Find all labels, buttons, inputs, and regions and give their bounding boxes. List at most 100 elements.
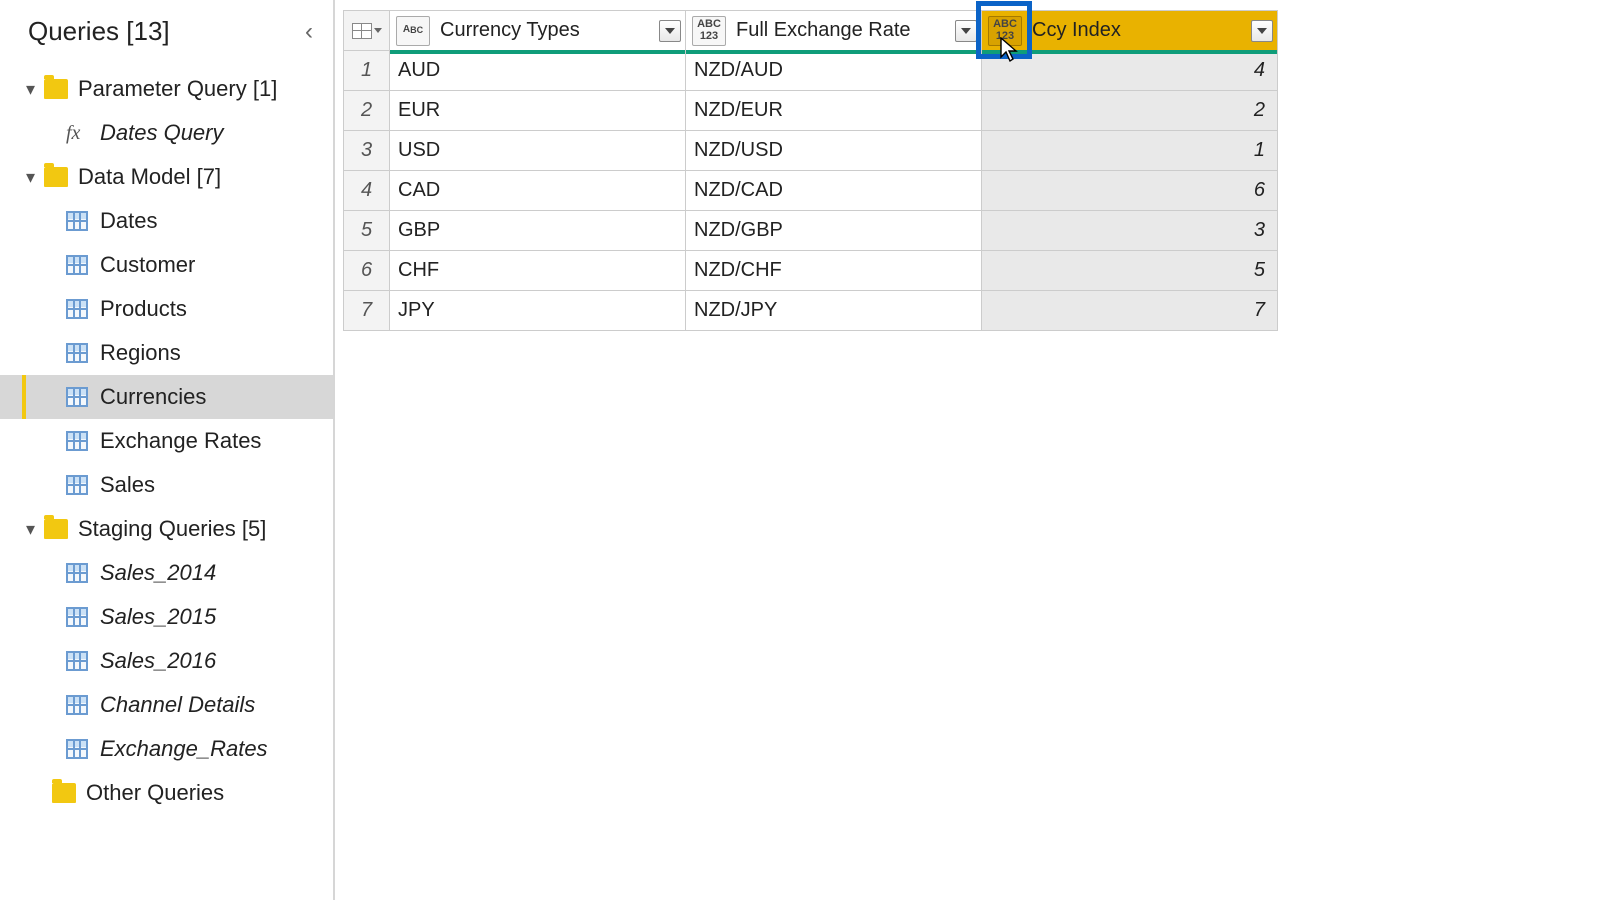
column-header-full-exchange-rate[interactable]: ABC123 Full Exchange Rate [686, 11, 982, 51]
cell-ccy-index[interactable]: 6 [982, 171, 1278, 211]
query-label: Channel Details [100, 692, 255, 718]
cell-full-exchange-rate[interactable]: NZD/EUR [686, 91, 982, 131]
column-filter-dropdown[interactable] [955, 20, 977, 42]
cell-full-exchange-rate[interactable]: NZD/CAD [686, 171, 982, 211]
query-label: Sales_2014 [100, 560, 216, 586]
row-number[interactable]: 7 [344, 291, 390, 331]
group-label: Staging Queries [5] [78, 516, 266, 542]
group-parameter-query[interactable]: ▾ Parameter Query [1] [0, 67, 333, 111]
group-label: Parameter Query [1] [78, 76, 277, 102]
query-channel-details[interactable]: Channel Details [0, 683, 333, 727]
cell-ccy-index[interactable]: 7 [982, 291, 1278, 331]
dropdown-icon [374, 28, 382, 33]
cell-currency-types[interactable]: CHF [390, 251, 686, 291]
cell-full-exchange-rate[interactable]: NZD/GBP [686, 211, 982, 251]
datatype-any-icon[interactable]: ABC123 [988, 16, 1022, 46]
column-label: Currency Types [436, 19, 655, 42]
cell-currency-types[interactable]: AUD [390, 51, 686, 91]
query-label: Regions [100, 340, 181, 366]
cell-ccy-index[interactable]: 3 [982, 211, 1278, 251]
column-header-ccy-index[interactable]: ABC123 Ccy Index [982, 11, 1278, 51]
query-dates-query[interactable]: fx Dates Query [0, 111, 333, 155]
cell-full-exchange-rate[interactable]: NZD/AUD [686, 51, 982, 91]
folder-icon [44, 519, 68, 539]
group-label: Data Model [7] [78, 164, 221, 190]
query-label: Dates [100, 208, 157, 234]
table-icon [66, 299, 88, 319]
group-other-queries[interactable]: Other Queries [0, 771, 333, 815]
cell-currency-types[interactable]: JPY [390, 291, 686, 331]
group-label: Other Queries [86, 780, 224, 806]
table-icon [66, 475, 88, 495]
data-grid: ABC Currency Types ABC123 Full Exchange … [343, 10, 1278, 331]
cell-ccy-index[interactable]: 4 [982, 51, 1278, 91]
cell-full-exchange-rate[interactable]: NZD/JPY [686, 291, 982, 331]
query-label: Currencies [100, 384, 206, 410]
query-dates[interactable]: Dates [0, 199, 333, 243]
query-label: Products [100, 296, 187, 322]
column-quality-bar [686, 50, 981, 54]
folder-icon [44, 167, 68, 187]
data-preview-pane: ABC Currency Types ABC123 Full Exchange … [335, 0, 1600, 900]
query-regions[interactable]: Regions [0, 331, 333, 375]
table-icon [66, 255, 88, 275]
query-label: Customer [100, 252, 195, 278]
queries-panel-title: Queries [13] [28, 16, 170, 47]
query-sales-2014[interactable]: Sales_2014 [0, 551, 333, 595]
query-label: Sales_2015 [100, 604, 216, 630]
table-icon [66, 431, 88, 451]
cell-full-exchange-rate[interactable]: NZD/CHF [686, 251, 982, 291]
row-number[interactable]: 6 [344, 251, 390, 291]
table-icon [66, 343, 88, 363]
table-icon [66, 563, 88, 583]
cell-currency-types[interactable]: GBP [390, 211, 686, 251]
datatype-any-icon[interactable]: ABC123 [692, 16, 726, 46]
row-number[interactable]: 4 [344, 171, 390, 211]
query-label: Dates Query [100, 120, 224, 146]
folder-icon [44, 79, 68, 99]
cell-currency-types[interactable]: CAD [390, 171, 686, 211]
query-sales-2015[interactable]: Sales_2015 [0, 595, 333, 639]
column-header-currency-types[interactable]: ABC Currency Types [390, 11, 686, 51]
cell-currency-types[interactable]: USD [390, 131, 686, 171]
collapse-queries-button[interactable]: ‹ [299, 18, 319, 46]
datatype-text-icon[interactable]: ABC [396, 16, 430, 46]
queries-tree: ▾ Parameter Query [1] fx Dates Query ▾ D… [0, 61, 333, 815]
column-label: Full Exchange Rate [732, 19, 951, 42]
row-number[interactable]: 2 [344, 91, 390, 131]
queries-pane: Queries [13] ‹ ▾ Parameter Query [1] fx … [0, 0, 335, 900]
query-label: Sales [100, 472, 155, 498]
chevron-down-icon: ▾ [26, 79, 44, 100]
cell-ccy-index[interactable]: 2 [982, 91, 1278, 131]
query-currencies[interactable]: Currencies [0, 375, 333, 419]
row-number[interactable]: 1 [344, 51, 390, 91]
cell-currency-types[interactable]: EUR [390, 91, 686, 131]
query-sales-2016[interactable]: Sales_2016 [0, 639, 333, 683]
cell-ccy-index[interactable]: 1 [982, 131, 1278, 171]
query-products[interactable]: Products [0, 287, 333, 331]
query-label: Exchange_Rates [100, 736, 268, 762]
folder-icon [52, 783, 76, 803]
query-label: Sales_2016 [100, 648, 216, 674]
fx-icon: fx [66, 122, 92, 145]
row-number[interactable]: 5 [344, 211, 390, 251]
column-filter-dropdown[interactable] [659, 20, 681, 42]
query-exchange-rates[interactable]: Exchange Rates [0, 419, 333, 463]
query-sales[interactable]: Sales [0, 463, 333, 507]
query-exchange-rates-stg[interactable]: Exchange_Rates [0, 727, 333, 771]
table-corner-button[interactable] [344, 11, 390, 51]
table-icon [66, 739, 88, 759]
column-label: Ccy Index [1028, 19, 1247, 42]
table-icon [66, 211, 88, 231]
column-filter-dropdown[interactable] [1251, 20, 1273, 42]
row-number[interactable]: 3 [344, 131, 390, 171]
group-data-model[interactable]: ▾ Data Model [7] [0, 155, 333, 199]
table-icon [66, 607, 88, 627]
chevron-down-icon: ▾ [26, 167, 44, 188]
group-staging-queries[interactable]: ▾ Staging Queries [5] [0, 507, 333, 551]
cell-full-exchange-rate[interactable]: NZD/USD [686, 131, 982, 171]
query-customer[interactable]: Customer [0, 243, 333, 287]
table-icon [66, 387, 88, 407]
cell-ccy-index[interactable]: 5 [982, 251, 1278, 291]
column-quality-bar [390, 50, 685, 54]
